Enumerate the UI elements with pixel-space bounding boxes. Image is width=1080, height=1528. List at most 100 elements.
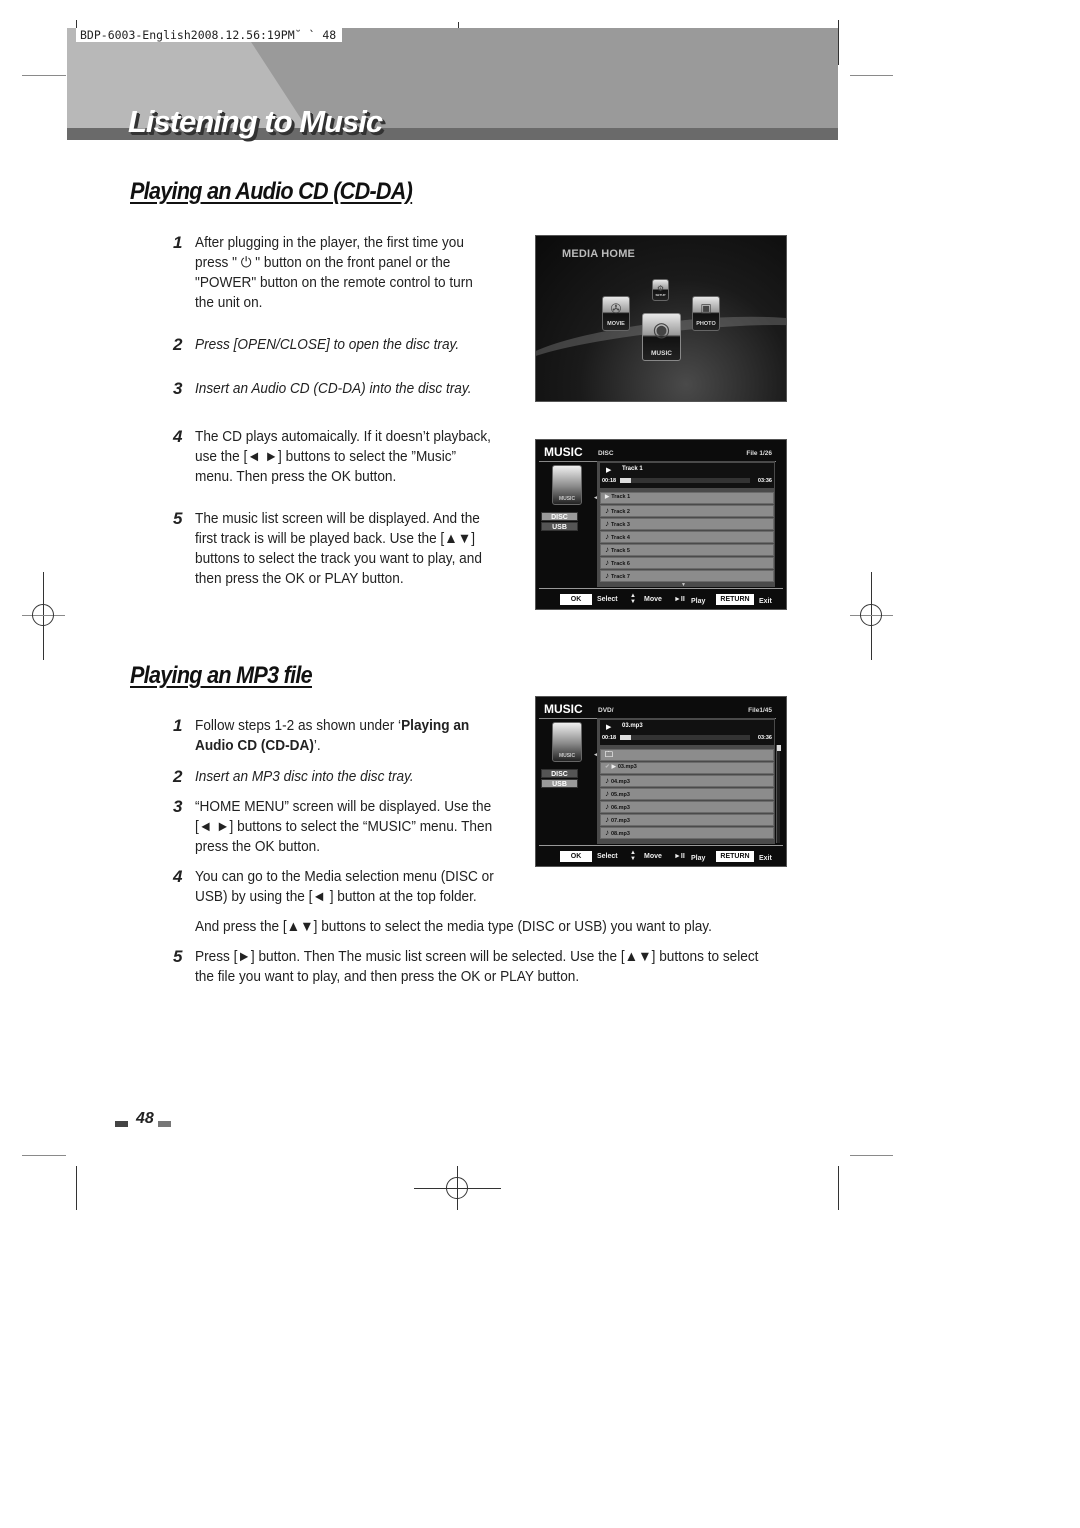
music-note-icon: ♪ [605,802,609,811]
up-down-icon: ▲ ▼ [630,850,636,862]
media-usb-button[interactable]: USB [541,522,578,531]
music-tile[interactable]: ◉ MUSIC [642,313,681,361]
music-note-icon: ♪ [605,828,609,837]
list-item[interactable]: 🗀 [600,749,774,761]
ok-key: OK [560,851,592,862]
crop-mark [22,75,66,76]
step-1: 1 Follow steps 1-2 as shown under ‘Playi… [173,716,470,754]
music-mp3-screenshot: MUSIC DVD/ File1/45 MUSIC DISC USB ▶ 03.… [535,696,787,867]
list-item[interactable]: ♪ 04.mp3 [600,775,774,787]
music-art-icon: MUSIC [552,722,582,762]
print-slug: BDP-6003-English2008.12.56:19PM˘ ` 48 [76,28,343,42]
music-art-icon: MUSIC [552,465,582,505]
list-item-label: Track 1 [611,494,631,500]
step-2: 2 Insert an MP3 disc into the disc tray. [173,767,414,786]
list-item[interactable]: ♪ 06.mp3 [600,801,774,813]
list-item[interactable]: ♪ Track 7 [600,570,774,582]
play-icon: ▶ [606,467,612,474]
crop-mark [22,1155,66,1156]
list-item[interactable]: ♪ Track 5 [600,544,774,556]
music-note-icon: ♪ [605,776,609,785]
footer-legend: OK Select ▲ ▼ Move ►II Play RETURN Exit [536,593,786,607]
list-item-label: Track 3 [611,522,630,528]
music-note-icon: ♪ [605,506,609,515]
list-item-label: 08.mp3 [611,831,630,837]
list-item[interactable]: ▶ Track 1 [600,492,774,504]
file-list: 🗀 ✔ ▶ 03.mp3 ♪ 04.mp3 ♪ 05.mp3 ♪ 06.mp3 ♪ 07.mp3 ♪ 08… [600,749,774,840]
now-playing-box: ▶ Track 1 00:18 03:36 [600,463,774,488]
step-3: 3 “HOME MENU” screen will be displayed. … [173,797,493,855]
crop-mark [76,1166,77,1210]
photo-tile[interactable]: ▣ PHOTO [692,296,720,331]
play-icon: ▶ [605,494,610,500]
up-down-icon: ▲ ▼ [630,593,636,605]
crop-mark [838,1166,839,1210]
gear-icon: ⚙ [656,284,665,293]
music-note-icon: ♪ [605,519,609,528]
return-key: RETURN [716,851,754,862]
list-item[interactable]: ✔ ▶ 03.mp3 [600,762,774,774]
return-key: RETURN [716,594,754,605]
media-usb-button[interactable]: USB [541,779,578,788]
footer-legend: OK Select ▲ ▼ Move ►II Play RETURN Exit [536,850,786,864]
music-cd-screenshot: MUSIC DISC File 1/26 MUSIC DISC USB ▶ Tr… [535,439,787,610]
music-note-icon: ♪ [605,558,609,567]
list-item[interactable]: ♪ 05.mp3 [600,788,774,800]
music-path: DVD/ [598,707,614,714]
movie-tile[interactable]: ✇ MOVIE [602,296,630,331]
list-item-label: Track 2 [611,509,630,515]
music-note-icon: ♪ [605,545,609,554]
media-home-screenshot: MEDIA HOME ⚙ SETUP ✇ MOVIE ▣ PHOTO ◉ MUS… [535,235,787,402]
crop-mark [838,20,839,65]
list-item[interactable]: ♪ Track 6 [600,557,774,569]
play-icon: ▶ [606,724,612,731]
music-note-icon: ♪ [605,789,609,798]
chapter-title: Listening to Music [128,104,383,139]
selection-arrow-icon: ◄ [593,495,598,501]
list-item[interactable]: ♪ 07.mp3 [600,814,774,826]
step-4: 4 The CD plays automaically. If it doesn… [173,427,491,485]
ok-key: OK [560,594,592,605]
photo-icon: ▣ [700,301,712,315]
crop-mark [850,75,893,76]
speaker-icon: ◉ [652,319,671,341]
list-item-label: Track 4 [611,535,630,541]
music-path: DISC [598,450,614,457]
music-note-icon: ♪ [605,815,609,824]
list-item[interactable]: ♪ Track 4 [600,531,774,543]
scrollbar[interactable] [776,745,781,843]
file-counter: File 1/26 [746,450,772,457]
step-1: 1 After plugging in the player, the firs… [173,233,473,311]
selection-arrow-icon: ◄ [593,752,598,758]
step-3: 3 Insert an Audio CD (CD-DA) into the di… [173,379,472,398]
step-5: 5 Press [►] button. Then The music list … [173,947,759,985]
folder-icon: 🗀 [605,750,613,759]
crop-mark [850,1155,893,1156]
list-item[interactable]: ♪ Track 3 [600,518,774,530]
list-item-label: 07.mp3 [611,818,630,824]
film-reel-icon: ✇ [610,301,622,316]
list-item[interactable]: ♪ Track 2 [600,505,774,517]
list-item[interactable]: ♪ 08.mp3 [600,827,774,839]
list-item-label: Track 6 [611,561,630,567]
progress-bar [620,735,750,740]
step-2: 2 Press [OPEN/CLOSE] to open the disc tr… [173,335,460,354]
music-title: MUSIC [544,702,583,716]
list-item-label: 05.mp3 [611,792,630,798]
play-icon: ▶ [611,764,616,770]
check-icon: ✔ [605,764,610,770]
step-5: 5 The music list screen will be displaye… [173,509,482,587]
play-pause-icon: ►II [674,596,685,603]
play-pause-icon: ►II [674,853,685,860]
media-disc-button[interactable]: DISC [541,769,578,778]
list-item-label: 06.mp3 [611,805,630,811]
step-4: 4 You can go to the Media selection menu… [173,867,494,905]
music-title: MUSIC [544,445,583,459]
section-title-audio-cd: Playing an Audio CD (CD-DA) [130,178,413,205]
music-note-icon: ♪ [605,532,609,541]
setup-tile[interactable]: ⚙ SETUP [652,279,669,301]
registration-mark [32,604,54,626]
registration-mark [860,604,882,626]
media-disc-button[interactable]: DISC [541,512,578,521]
list-item-label: 04.mp3 [611,779,630,785]
